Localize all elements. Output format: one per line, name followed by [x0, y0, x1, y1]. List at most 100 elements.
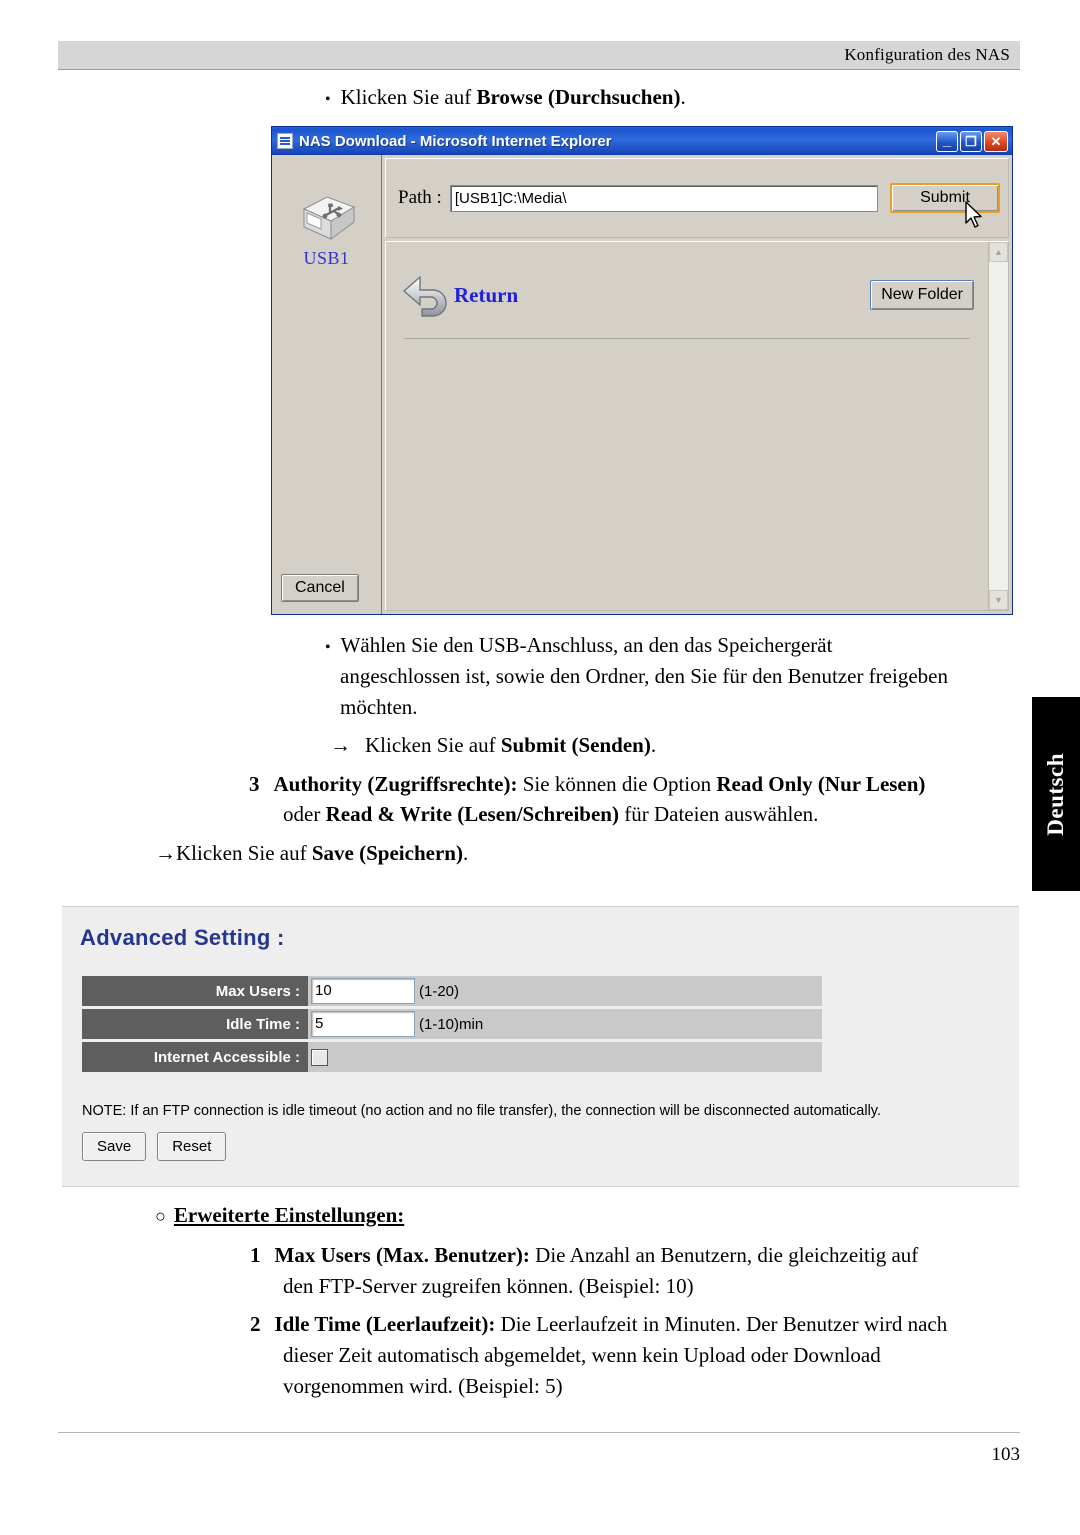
- step-bullet-2-line2-wrap: angeschlossen ist, sowie den Ordner, den…: [340, 661, 1030, 692]
- submit-button[interactable]: Submit: [890, 183, 1000, 213]
- value-internet-accessible: [308, 1042, 822, 1072]
- step-3-plain1: Sie können die Option: [517, 772, 717, 796]
- explanation-2-line2: dieser Zeit automatisch abgemeldet, wenn…: [283, 1343, 881, 1367]
- window-titlebar[interactable]: NAS Download - Microsoft Internet Explor…: [272, 127, 1012, 155]
- file-browser-pane: Return New Folder ▲ ▼: [385, 241, 1009, 611]
- value-max-users: 10 (1-20): [308, 976, 822, 1006]
- return-link[interactable]: Return: [400, 271, 518, 319]
- intro-text-plain: Klicken Sie auf: [340, 85, 477, 109]
- step-arrow-save: →Klicken Sie auf Save (Speichern).: [155, 838, 468, 869]
- advanced-setting-panel: Advanced Setting : Max Users : 10 (1-20)…: [62, 906, 1019, 1187]
- new-folder-button[interactable]: New Folder: [870, 280, 974, 310]
- advanced-setting-buttons: Save Reset: [82, 1132, 227, 1161]
- heading-circle-marker: ○: [155, 1206, 166, 1226]
- intro-text-bold: Browse (Durchsuchen): [476, 85, 681, 109]
- arrow-marker-submit: →: [330, 733, 351, 757]
- minimize-icon: _: [942, 131, 952, 149]
- window-title: NAS Download - Microsoft Internet Explor…: [299, 132, 612, 150]
- window-control-buttons: _ ❐ ✕: [936, 130, 1010, 152]
- arrow-submit-plain: Klicken Sie auf: [365, 733, 501, 757]
- arrow-save-end: .: [462, 841, 469, 865]
- arrow-submit-end: .: [650, 733, 657, 757]
- explanation-2-bold: Idle Time (Leerlaufzeit):: [274, 1312, 496, 1336]
- step-3-bold2: Read Only (Nur Lesen): [716, 772, 926, 796]
- max-users-hint: (1-20): [419, 982, 460, 1000]
- explanation-1-number: 1: [250, 1243, 261, 1267]
- running-header: Konfiguration des NAS: [58, 41, 1020, 69]
- maximize-icon: ❐: [965, 133, 977, 149]
- explanation-1-bold: Max Users (Max. Benutzer):: [274, 1243, 530, 1267]
- submit-button-wrap: Submit: [890, 183, 1000, 228]
- label-max-users: Max Users :: [82, 976, 308, 1006]
- scroll-up-button[interactable]: ▲: [989, 242, 1008, 262]
- row-max-users: Max Users : 10 (1-20): [82, 976, 822, 1006]
- step-3-number: 3: [249, 772, 260, 796]
- explanation-item-1: 1 Max Users (Max. Benutzer): Die Anzahl a…: [250, 1240, 1025, 1271]
- language-tab-label: Deutsch: [1043, 752, 1068, 836]
- step-bullet-2: • Wählen Sie den USB-Anschluss, an den da…: [325, 630, 1025, 663]
- step-3-line2-plain2: für Dateien auswählen.: [618, 802, 819, 826]
- explanation-item-2: 2 Idle Time (Leerlaufzeit): Die Leerlaufz…: [250, 1309, 1030, 1340]
- file-list-divider: [404, 338, 970, 339]
- usb-port-icon: [302, 196, 355, 240]
- step-item-3: 3 Authority (Zugriffsrechte): Sie können …: [249, 769, 1024, 800]
- row-internet-accessible: Internet Accessible :: [82, 1042, 822, 1072]
- step-bullet-2-line3: möchten.: [340, 695, 418, 719]
- advanced-setting-rows: Max Users : 10 (1-20) Idle Time : 5 (1-1…: [82, 976, 822, 1075]
- explanation-2-plain: Die Leerlaufzeit in Minuten. Der Benutze…: [495, 1312, 948, 1336]
- arrow-save-plain: Klicken Sie auf: [176, 841, 312, 865]
- close-icon: ✕: [990, 133, 1002, 149]
- step-bullet-2-line3-wrap: möchten.: [340, 692, 418, 723]
- internet-accessible-checkbox[interactable]: [311, 1048, 328, 1066]
- device-entry-usb1[interactable]: USB1: [272, 189, 381, 269]
- step-bullet-2-line2: angeschlossen ist, sowie den Ordner, den…: [340, 664, 948, 688]
- row-idle-time: Idle Time : 5 (1-10)min: [82, 1009, 822, 1039]
- explanation-item-2-line3: vorgenommen wird. (Beispiel: 5): [283, 1371, 1023, 1402]
- bullet-marker: •: [325, 90, 331, 108]
- intro-bullet-line: • Klicken Sie auf Browse (Durchsuchen).: [325, 82, 686, 115]
- bullet-marker-2: •: [325, 638, 331, 656]
- arrow-submit-bold: Submit (Senden): [500, 733, 651, 757]
- explanation-2-line3: vorgenommen wird. (Beispiel: 5): [283, 1374, 563, 1398]
- ie-page-icon: [277, 133, 293, 149]
- reset-button[interactable]: Reset: [157, 1132, 227, 1161]
- device-pane: USB1 Cancel: [272, 155, 382, 614]
- intro-text-end: .: [680, 85, 686, 109]
- window-body: USB1 Cancel Path : [USB1]C:\Media\ Submi…: [272, 155, 1012, 614]
- device-label-usb1: USB1: [303, 248, 350, 268]
- explanation-item-1-line2: den FTP-Server zugreifen können. (Beispi…: [283, 1271, 1023, 1302]
- path-input[interactable]: [USB1]C:\Media\: [449, 184, 878, 212]
- advanced-setting-note: NOTE: If an FTP connection is idle timeo…: [82, 1103, 881, 1119]
- explanation-1-line2: den FTP-Server zugreifen können. (Beispi…: [283, 1274, 694, 1298]
- advanced-setting-title: Advanced Setting :: [80, 925, 285, 950]
- step-3-line2-bold: Read & Write (Lesen/Schreiben): [325, 802, 619, 826]
- explanations-heading: ○ Erweiterte Einstellungen:: [155, 1200, 404, 1232]
- scroll-down-button[interactable]: ▼: [989, 590, 1008, 610]
- max-users-input[interactable]: 10: [311, 978, 415, 1004]
- page-number: 103: [991, 1444, 1021, 1465]
- cancel-button[interactable]: Cancel: [281, 574, 359, 602]
- file-list-area: Return New Folder: [386, 242, 988, 610]
- header-divider: [58, 69, 1020, 70]
- minimize-button[interactable]: _: [936, 130, 958, 152]
- close-button[interactable]: ✕: [984, 130, 1008, 152]
- footer-divider: [58, 1432, 1020, 1433]
- arrow-marker-save: →: [155, 841, 176, 865]
- save-button[interactable]: Save: [82, 1132, 147, 1161]
- browser-content-pane: Path : [USB1]C:\Media\ Submit Return New…: [382, 155, 1012, 614]
- step-3-line2-plain1: oder: [283, 802, 326, 826]
- idle-time-hint: (1-10)min: [419, 1015, 484, 1033]
- arrow-save-bold: Save (Speichern): [311, 841, 463, 865]
- idle-time-input[interactable]: 5: [311, 1011, 415, 1037]
- maximize-button[interactable]: ❐: [960, 130, 982, 152]
- explanation-item-2-line2: dieser Zeit automatisch abgemeldet, wenn…: [283, 1340, 1023, 1371]
- return-label: Return: [454, 282, 519, 307]
- step-arrow-submit: → Klicken Sie auf Submit (Senden).: [330, 730, 656, 761]
- label-internet-accessible: Internet Accessible :: [82, 1042, 308, 1072]
- step-bullet-2-line1: Wählen Sie den USB-Anschluss, an den das…: [340, 633, 833, 657]
- explanation-2-number: 2: [250, 1312, 261, 1336]
- vertical-scrollbar[interactable]: ▲ ▼: [988, 242, 1008, 610]
- value-idle-time: 5 (1-10)min: [308, 1009, 822, 1039]
- file-toolbar-row: Return New Folder: [400, 266, 974, 324]
- running-header-text: Konfiguration des NAS: [844, 45, 1010, 64]
